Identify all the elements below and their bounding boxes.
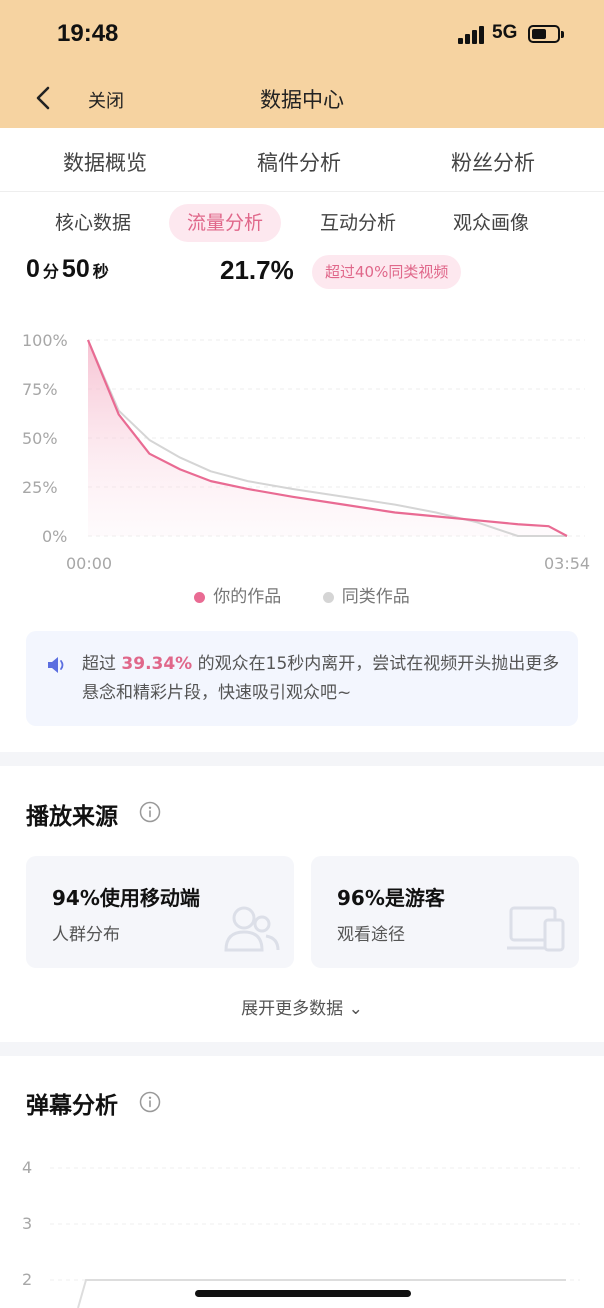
chart-legend: 你的作品 同类作品: [0, 582, 604, 608]
status-time: 19:48: [57, 20, 119, 47]
y-tick-label: 25%: [22, 478, 58, 497]
legend-label: 同类作品: [341, 587, 410, 607]
subtab-audience-profile[interactable]: 观众画像: [435, 204, 547, 242]
legend-item-similar: 同类作品: [322, 582, 410, 607]
users-icon: [224, 906, 280, 952]
card-main-value: 96%是游客: [337, 886, 445, 910]
y-tick-label: 4: [22, 1158, 33, 1177]
signal-icon: [458, 26, 486, 44]
avg-watch-duration: 0 分 50 秒: [26, 255, 112, 284]
duration-seconds: 50: [61, 255, 90, 283]
main-tabs: 数据概览 稿件分析 粉丝分析: [0, 128, 604, 192]
card-sub-label: 观看途径: [337, 925, 405, 945]
info-icon[interactable]: [139, 1091, 161, 1113]
retention-chart-svg: [86, 339, 585, 537]
sub-tabs: 核心数据 流量分析 互动分析 观众画像: [0, 200, 604, 244]
y-tick-label: 3: [22, 1214, 33, 1233]
subtab-core-data[interactable]: 核心数据: [37, 204, 149, 242]
danmu-chart: 4 3 2: [0, 1150, 604, 1308]
legend-label: 你的作品: [213, 587, 282, 607]
info-icon[interactable]: [139, 801, 161, 823]
subtab-interaction-analysis[interactable]: 互动分析: [302, 204, 414, 242]
home-indicator: [195, 1290, 411, 1297]
legend-dot: [322, 591, 334, 603]
speaker-icon: [48, 657, 64, 673]
subtab-traffic-analysis[interactable]: 流量分析: [169, 204, 282, 242]
nav-bar: 关闭 数据中心: [0, 68, 604, 128]
card-main-value: 94%使用移动端: [52, 886, 200, 910]
status-bar: 19:48 5G: [0, 0, 604, 68]
legend-dot: [194, 591, 206, 603]
y-tick-label: 50%: [22, 429, 58, 448]
play-source-title: 播放来源: [26, 804, 118, 830]
battery-icon: [528, 25, 564, 43]
retention-tip: 超过 39.34% 的观众在15秒内离开，尝试在视频开头抛出更多悬念和精彩片段，…: [26, 631, 578, 726]
y-tick-label: 75%: [22, 380, 58, 399]
retention-chart: 100% 75% 50% 25% 0% 00:00 03:54: [0, 320, 604, 580]
duration-minutes: 0: [26, 255, 40, 283]
danmu-chart-svg: [50, 1167, 580, 1308]
card-sub-label: 人群分布: [52, 925, 120, 945]
source-card-visitor[interactable]: 96%是游客 观看途径: [311, 856, 579, 968]
tab-overview[interactable]: 数据概览: [63, 147, 147, 177]
expand-more-button[interactable]: 展开更多数据 ⌄: [0, 994, 604, 1019]
devices-icon: [507, 906, 565, 952]
duration-second-unit: 秒: [92, 264, 109, 281]
tab-content-analysis[interactable]: 稿件分析: [257, 147, 341, 177]
y-tick-label: 2: [22, 1270, 33, 1289]
tip-highlight: 39.34%: [121, 654, 193, 674]
x-tick-label: 00:00: [66, 554, 113, 573]
duration-minute-unit: 分: [42, 264, 59, 281]
tip-prefix: 超过: [82, 654, 116, 674]
series-area-yours: [88, 340, 567, 536]
retention-percent: 21.7%: [220, 255, 294, 285]
x-tick-label: 03:54: [544, 554, 591, 573]
section-divider: [0, 1042, 604, 1056]
tip-text: 超过 39.34% 的观众在15秒内离开，尝试在视频开头抛出更多悬念和精彩片段，…: [82, 650, 560, 708]
tab-fans-analysis[interactable]: 粉丝分析: [451, 147, 535, 177]
section-divider: [0, 752, 604, 766]
network-label: 5G: [492, 22, 518, 43]
y-tick-label: 100%: [22, 331, 68, 350]
page-title: 数据中心: [260, 88, 344, 112]
comparison-badge: 超过40%同类视频: [312, 255, 462, 289]
legend-item-yours: 你的作品: [194, 582, 281, 607]
source-card-device[interactable]: 94%使用移动端 人群分布: [26, 856, 294, 968]
y-tick-label: 0%: [42, 527, 68, 546]
danmu-analysis-title: 弹幕分析: [26, 1093, 118, 1119]
